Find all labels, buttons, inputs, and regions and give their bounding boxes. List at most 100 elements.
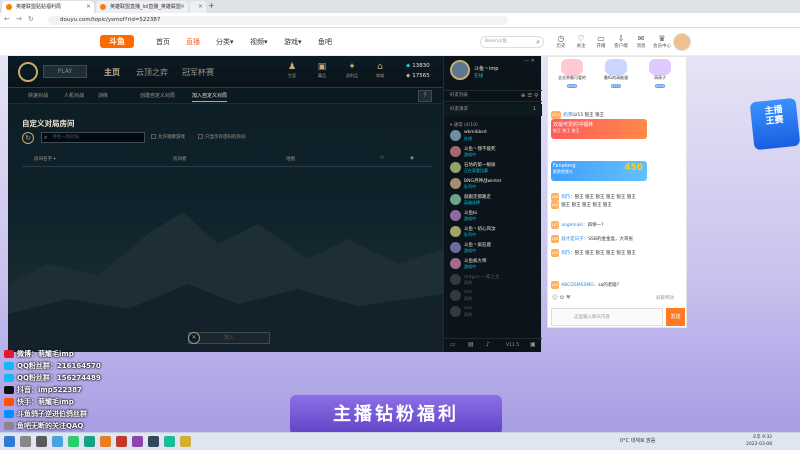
friend-item[interactable]: BNG月神战winter 队列中 xyxy=(450,178,538,191)
notification-icon[interactable]: ▣ xyxy=(530,341,536,348)
browser-tab[interactable]: 英雄联盟贴贴福利局 × xyxy=(2,1,94,13)
friend-item[interactable]: ssd 离线 xyxy=(450,290,538,303)
lol-nav-clash[interactable]: 冠军杯赛 xyxy=(182,67,214,78)
subtab-quickplay[interactable]: 快速对战 xyxy=(28,92,48,99)
nav-category[interactable]: 分类▾ xyxy=(216,37,234,47)
back-icon[interactable]: ← xyxy=(4,15,10,23)
reload-icon[interactable]: ↻ xyxy=(28,15,34,23)
friend-requests[interactable]: 好友请求 1 xyxy=(444,104,542,116)
search-icon[interactable] xyxy=(20,436,31,447)
friend-group[interactable]: ▾ 通常 (4/10) xyxy=(450,122,478,128)
friend-item[interactable]: 就跟走那路走 英雄选择 xyxy=(450,194,538,207)
fan-icon[interactable]: ♥ xyxy=(566,295,571,301)
close-icon[interactable]: × xyxy=(180,1,185,13)
gift-icon[interactable]: ✿ xyxy=(559,295,564,301)
my-avatar[interactable] xyxy=(450,60,470,80)
header-follow[interactable]: ♡ 关注 xyxy=(572,34,590,49)
close-icon[interactable]: × xyxy=(198,1,203,13)
chat-nick[interactable]: 到乃： xyxy=(561,195,575,200)
nav-live[interactable]: 直播 xyxy=(186,37,200,47)
new-tab-button[interactable]: + xyxy=(208,1,215,10)
promo-badge[interactable]: 主播 王赛 xyxy=(749,97,800,151)
lol-collection[interactable]: ▣ 藏品 xyxy=(312,62,332,79)
friend-item[interactable]: wkmikbsd 在线 xyxy=(450,130,538,143)
spectators-icon[interactable]: ◉ xyxy=(410,156,414,161)
search-icon[interactable]: ⌕ xyxy=(536,37,540,47)
chat-nick[interactable]: 到乃： xyxy=(561,251,575,256)
nav-yuba[interactable]: 鱼吧 xyxy=(318,37,332,47)
friend-item[interactable]: 斗鱼丶疯狂鹿 游戏中 xyxy=(450,242,538,255)
app-icon[interactable] xyxy=(180,436,191,447)
nav-video[interactable]: 视频▾ xyxy=(250,37,268,47)
site-logo[interactable]: 斗鱼 xyxy=(100,35,134,48)
my-status[interactable]: 在线 xyxy=(474,73,483,79)
user-avatar[interactable] xyxy=(673,33,691,51)
app-icon[interactable] xyxy=(132,436,143,447)
site-search-input[interactable]: Beam斗鱼 ⌕ xyxy=(480,36,544,48)
chat-nick[interactable]: ABCDSMSSMG： xyxy=(561,283,598,288)
chat-icon[interactable]: ▭ xyxy=(450,341,456,348)
emoji-icon[interactable]: ☺ xyxy=(552,295,558,301)
play-button[interactable]: PLAY xyxy=(43,65,87,78)
app-icon[interactable] xyxy=(52,436,63,447)
friend-item[interactable]: dragon 一家之主 离线 xyxy=(450,274,538,287)
col-owner[interactable]: 房间者 xyxy=(173,156,187,162)
weather[interactable]: 0°C 대체로 맑음 xyxy=(620,437,655,444)
minimize-icon[interactable]: — xyxy=(524,58,529,64)
close-icon[interactable]: × xyxy=(86,1,91,13)
players-icon[interactable]: ⚇ xyxy=(380,156,384,161)
lol-loot[interactable]: ✦ 战利品 xyxy=(342,62,362,79)
url-field[interactable]: douyu.com/topic/ysmof?rid=522387 xyxy=(48,16,508,25)
nav-home[interactable]: 首页 xyxy=(156,37,170,47)
friend-item[interactable]: 石坊的第一根屎 正在观看比赛 xyxy=(450,162,538,175)
gift-item[interactable]: 萌萌子 LV10 xyxy=(644,59,676,89)
gift-ad-1[interactable]: 双最可爱的冲福林 狼王 狼王 狼王 xyxy=(551,119,647,139)
friend-item[interactable]: aoe 离线 xyxy=(450,306,538,319)
task-view-icon[interactable] xyxy=(36,436,47,447)
friend-item[interactable]: 斗鱼丶我不能死 游戏中 xyxy=(450,146,538,159)
password-checkbox[interactable]: 只显示有密码的房间 xyxy=(198,134,246,140)
col-map[interactable]: 地图 xyxy=(286,156,295,162)
mission-icon[interactable]: ▤ xyxy=(468,341,474,348)
lol-nav-tft[interactable]: 云顶之弈 xyxy=(136,67,168,78)
subtab-coop[interactable]: 人机对战 xyxy=(64,92,84,99)
app-icon[interactable] xyxy=(148,436,159,447)
app-icon[interactable] xyxy=(116,436,127,447)
app-icon[interactable] xyxy=(68,436,79,447)
gift-item[interactable]: 全业界最可爱的 LV10 xyxy=(556,59,588,89)
friend-item[interactable]: 斗鱼丶初心风汝 队列中 xyxy=(450,226,538,239)
join-button[interactable]: 加入 xyxy=(188,332,270,344)
start-icon[interactable] xyxy=(4,436,15,447)
lol-nav-home[interactable]: 主页 xyxy=(104,67,120,78)
chat-nick[interactable]: 就才是日子： xyxy=(561,237,588,242)
gift-item[interactable]: 最IG的高能量 LV10 xyxy=(600,59,632,89)
lobby-search-input[interactable]: ⌕ 寻找一场对局 xyxy=(41,132,145,143)
spectate-checkbox[interactable]: 允许观察游戏 xyxy=(151,134,185,140)
clock[interactable]: 오후 9:32 2022-03-08 xyxy=(746,434,772,448)
block-effects-toggle[interactable]: 屏蔽特效 xyxy=(656,295,674,301)
friend-item[interactable]: 斗鱼疯大师 游戏中 xyxy=(450,258,538,271)
browser-tab[interactable]: × xyxy=(190,1,206,13)
app-icon[interactable] xyxy=(164,436,175,447)
send-button[interactable]: 发送 xyxy=(666,308,685,326)
browser-tab[interactable]: 英雄联盟直播_lol直播_英雄联盟 × xyxy=(96,1,188,13)
app-icon[interactable] xyxy=(84,436,95,447)
add-friend-icon[interactable]: ⊕ ☰ ⚲ xyxy=(521,91,538,101)
friend-item[interactable]: 斗鱼bi 游戏中 xyxy=(450,210,538,223)
close-icon[interactable]: ✕ xyxy=(188,332,200,344)
header-broadcast[interactable]: ▭ 开播 xyxy=(592,34,610,49)
nav-game[interactable]: 游戏▾ xyxy=(284,37,302,47)
help-button[interactable]: ? xyxy=(418,90,432,102)
header-download[interactable]: ⇩ 客户端 xyxy=(612,34,630,49)
chat-input[interactable]: 这里输入聊天内容 xyxy=(551,308,663,326)
header-vip[interactable]: ♛ 会员中心 xyxy=(652,34,672,49)
header-history[interactable]: ◷ 历史 xyxy=(552,34,570,49)
subtab-join-custom[interactable]: 加入自定义对局 xyxy=(192,92,228,102)
promo-banner[interactable]: 主播钻粉福利 xyxy=(290,395,502,435)
forward-icon[interactable]: → xyxy=(16,15,22,23)
refresh-icon[interactable]: ↻ xyxy=(22,132,34,144)
lol-store[interactable]: ⌂ 商城 xyxy=(370,62,390,79)
close-icon[interactable]: ✕ xyxy=(531,58,535,64)
lol-profile[interactable]: ♟ 生涯 xyxy=(282,62,302,79)
app-icon[interactable] xyxy=(100,436,111,447)
